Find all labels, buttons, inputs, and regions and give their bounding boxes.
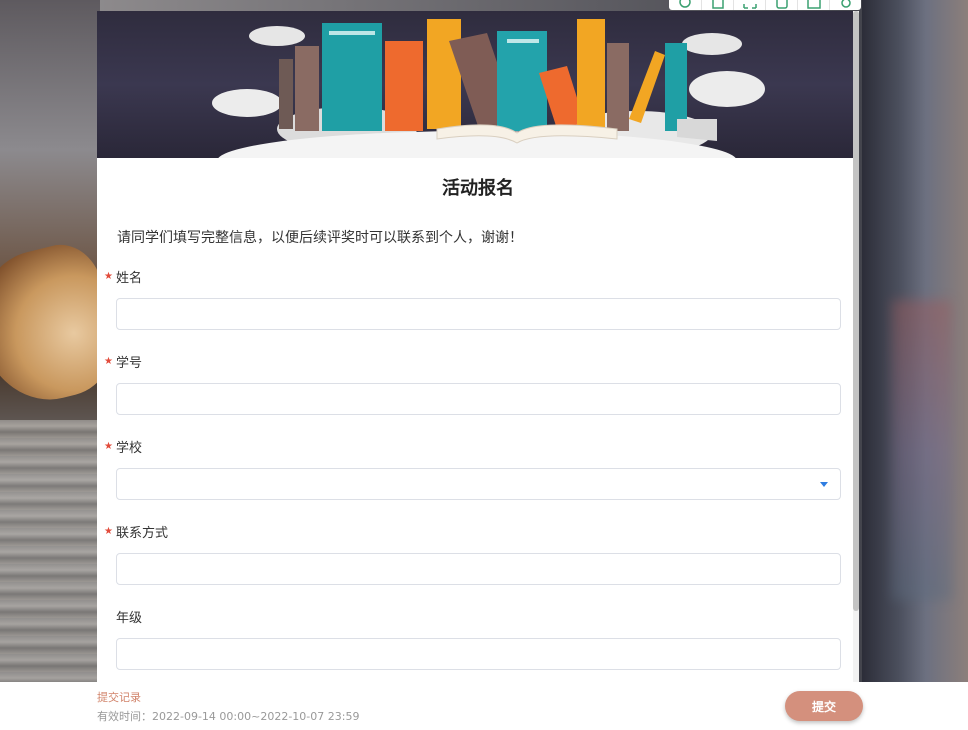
- books-illustration: [212, 19, 765, 158]
- document-icon[interactable]: [701, 0, 733, 10]
- field-contact-label: 联系方式: [116, 525, 169, 541]
- field-grade-label: 年级: [116, 610, 143, 626]
- footer-bar: 提交记录 有效时间：2022-09-14 00:00~2022-10-07 23…: [0, 682, 968, 730]
- contact-input[interactable]: [117, 554, 840, 584]
- settings-icon[interactable]: [829, 0, 861, 10]
- required-icon: ★: [104, 525, 113, 537]
- form-title: 活动报名: [442, 178, 514, 199]
- banner-image: [97, 11, 853, 158]
- field-grade: 年级: [104, 607, 859, 670]
- top-toolbar: [669, 0, 861, 10]
- chevron-down-icon[interactable]: [820, 482, 828, 487]
- search-icon[interactable]: [669, 0, 701, 10]
- background-book-stack: [0, 420, 100, 682]
- background-right: [862, 0, 968, 682]
- name-input-wrap: [116, 298, 841, 330]
- field-grade-label-row: 年级: [104, 607, 859, 626]
- scrollbar-thumb[interactable]: [853, 11, 859, 611]
- field-school-label-row: ★ 学校: [104, 437, 859, 456]
- submit-button[interactable]: 提交: [785, 691, 863, 721]
- required-icon: ★: [104, 440, 113, 452]
- form-card: 活动报名 请同学们填写完整信息，以便后续评奖时可以联系到个人，谢谢！ ★ 姓名 …: [97, 11, 859, 682]
- field-name-label-row: ★ 姓名: [104, 267, 859, 286]
- field-name: ★ 姓名: [104, 267, 859, 330]
- validity-period: 有效时间：2022-09-14 00:00~2022-10-07 23:59: [97, 710, 360, 723]
- grade-input[interactable]: [117, 639, 840, 669]
- field-school: ★ 学校: [104, 437, 859, 500]
- submit-records-link[interactable]: 提交记录: [97, 689, 141, 705]
- form-description: 请同学们填写完整信息，以便后续评奖时可以联系到个人，谢谢！: [117, 230, 523, 246]
- student-id-input-wrap: [116, 383, 841, 415]
- field-student-id-label: 学号: [116, 355, 143, 371]
- name-input[interactable]: [117, 299, 840, 329]
- scrollbar-track[interactable]: [853, 11, 859, 682]
- field-name-label: 姓名: [116, 270, 143, 286]
- field-contact: ★ 联系方式: [104, 522, 859, 585]
- school-select[interactable]: [116, 468, 841, 500]
- message-icon[interactable]: [797, 0, 829, 10]
- field-student-id-label-row: ★ 学号: [104, 352, 859, 371]
- share-icon[interactable]: [765, 0, 797, 10]
- background-left: [0, 0, 127, 682]
- required-icon: ★: [104, 270, 113, 282]
- expand-icon[interactable]: [733, 0, 765, 10]
- contact-input-wrap: [116, 553, 841, 585]
- field-student-id: ★ 学号: [104, 352, 859, 415]
- field-school-label: 学校: [116, 440, 143, 456]
- student-id-input[interactable]: [117, 384, 840, 414]
- field-contact-label-row: ★ 联系方式: [104, 522, 859, 541]
- grade-input-wrap: [116, 638, 841, 670]
- required-icon: ★: [104, 355, 113, 367]
